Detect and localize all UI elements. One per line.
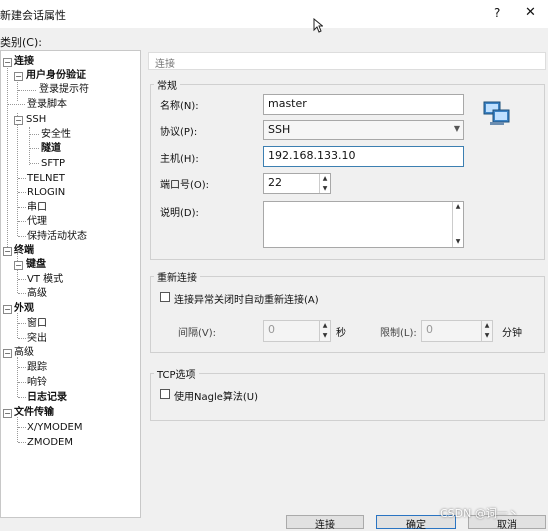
auto-reconnect-label: 连接异常关闭时自动重新连接(A) xyxy=(174,295,319,306)
tree-item-rlogin[interactable]: RLOGIN xyxy=(27,186,65,199)
protocol-value: SSH xyxy=(268,123,291,136)
tree-item-serial[interactable]: 串口 xyxy=(27,201,47,214)
expand-ssh-icon[interactable]: − xyxy=(14,116,23,125)
description-label: 说明(D): xyxy=(160,208,199,219)
expand-terminal-icon[interactable]: − xyxy=(3,247,12,256)
port-label: 端口号(O): xyxy=(160,180,210,191)
host-input[interactable]: 192.168.133.10 xyxy=(263,146,464,167)
category-tree[interactable]: − 连接 − 用户身份验证 登录提示符 登录脚本 − SSH 安全性 隧道 SF… xyxy=(0,50,141,518)
interval-label: 间隔(V): xyxy=(178,328,217,339)
tree-item-security[interactable]: 安全性 xyxy=(41,128,71,141)
expand-file-transfer-icon[interactable]: − xyxy=(3,409,12,418)
name-label: 名称(N): xyxy=(160,101,199,112)
mouse-cursor-icon xyxy=(313,18,323,33)
limit-spinner[interactable]: ▲ ▼ xyxy=(481,321,492,341)
expand-appearance-icon[interactable]: − xyxy=(3,305,12,314)
description-scrollbar[interactable]: ▲ ▼ xyxy=(452,202,463,247)
panel-header: 连接 xyxy=(148,52,546,70)
expand-user-auth-icon[interactable]: − xyxy=(14,72,23,81)
expand-advanced-icon[interactable]: − xyxy=(3,349,12,358)
tree-item-xymodem[interactable]: X/YMODEM xyxy=(27,421,82,434)
tree-item-highlight[interactable]: 突出 xyxy=(27,332,47,345)
tree-item-tunnel[interactable]: 隧道 xyxy=(41,142,61,155)
tree-item-sftp[interactable]: SFTP xyxy=(41,157,65,170)
expand-connect-icon[interactable]: − xyxy=(3,58,12,67)
tree-item-connect[interactable]: 连接 xyxy=(14,55,34,68)
expand-keyboard-icon[interactable]: − xyxy=(14,261,23,270)
host-label: 主机(H): xyxy=(160,154,199,165)
reconnect-section-title: 重新连接 xyxy=(154,269,200,284)
port-spinner[interactable]: ▲ ▼ xyxy=(319,174,330,193)
chevron-down-icon: ▼ xyxy=(453,124,460,133)
panel-header-title: 连接 xyxy=(155,59,175,70)
tree-item-keyboard[interactable]: 键盘 xyxy=(26,258,46,271)
tree-item-login-prompt[interactable]: 登录提示符 xyxy=(39,83,89,96)
tree-item-keepalive[interactable]: 保持活动状态 xyxy=(27,230,87,243)
help-button[interactable]: ? xyxy=(494,6,500,20)
connect-button[interactable]: 连接 xyxy=(286,515,364,531)
title-bar: 新建会话属性 ? ✕ xyxy=(0,0,548,33)
tcp-section-title: TCP选项 xyxy=(154,366,199,381)
protocol-select[interactable]: SSH ▼ xyxy=(263,120,464,140)
port-value: 22 xyxy=(268,176,282,189)
interval-spinner[interactable]: ▲ ▼ xyxy=(319,321,330,341)
tree-item-proxy[interactable]: 代理 xyxy=(27,215,47,228)
tree-item-zmodem[interactable]: ZMODEM xyxy=(27,436,73,449)
tree-item-log[interactable]: 日志记录 xyxy=(27,391,67,404)
tree-item-ssh[interactable]: SSH xyxy=(26,113,46,126)
tree-item-file-transfer[interactable]: 文件传输 xyxy=(14,406,54,419)
limit-value: 0 xyxy=(426,323,433,336)
nagle-label: 使用Nagle算法(U) xyxy=(174,392,259,403)
limit-unit: 分钟 xyxy=(502,328,522,339)
limit-label: 限制(L): xyxy=(380,328,417,339)
tree-item-login-script[interactable]: 登录脚本 xyxy=(27,98,67,111)
window-title: 新建会话属性 xyxy=(0,9,66,22)
limit-input[interactable]: 0 ▲ ▼ xyxy=(421,320,493,342)
close-button[interactable]: ✕ xyxy=(525,5,536,20)
nagle-checkbox[interactable] xyxy=(160,389,170,399)
interval-unit: 秒 xyxy=(336,328,346,339)
tree-item-terminal[interactable]: 终端 xyxy=(14,244,34,257)
interval-input[interactable]: 0 ▲ ▼ xyxy=(263,320,331,342)
tree-item-window[interactable]: 窗口 xyxy=(27,317,47,330)
tree-item-user-auth[interactable]: 用户身份验证 xyxy=(26,69,86,82)
network-computers-icon xyxy=(483,101,510,125)
tree-item-appearance[interactable]: 外观 xyxy=(14,302,34,315)
general-section-title: 常规 xyxy=(154,77,180,92)
port-input[interactable]: 22 ▲ ▼ xyxy=(263,173,331,194)
description-textarea[interactable]: ▲ ▼ xyxy=(263,201,464,248)
tree-item-telnet[interactable]: TELNET xyxy=(27,172,65,185)
interval-value: 0 xyxy=(268,323,275,336)
tree-item-advanced-terminal[interactable]: 高级 xyxy=(27,287,47,300)
tree-item-advanced[interactable]: 高级 xyxy=(14,346,34,359)
auto-reconnect-checkbox[interactable] xyxy=(160,292,170,302)
tree-item-trace[interactable]: 跟踪 xyxy=(27,361,47,374)
protocol-label: 协议(P): xyxy=(160,127,198,138)
tree-item-bell[interactable]: 响铃 xyxy=(27,376,47,389)
tree-item-vt-mode[interactable]: VT 模式 xyxy=(27,273,63,286)
name-input[interactable]: master xyxy=(263,94,464,115)
watermark: CSDN @词一丶 xyxy=(440,507,519,520)
category-label: 类别(C): xyxy=(0,36,42,49)
